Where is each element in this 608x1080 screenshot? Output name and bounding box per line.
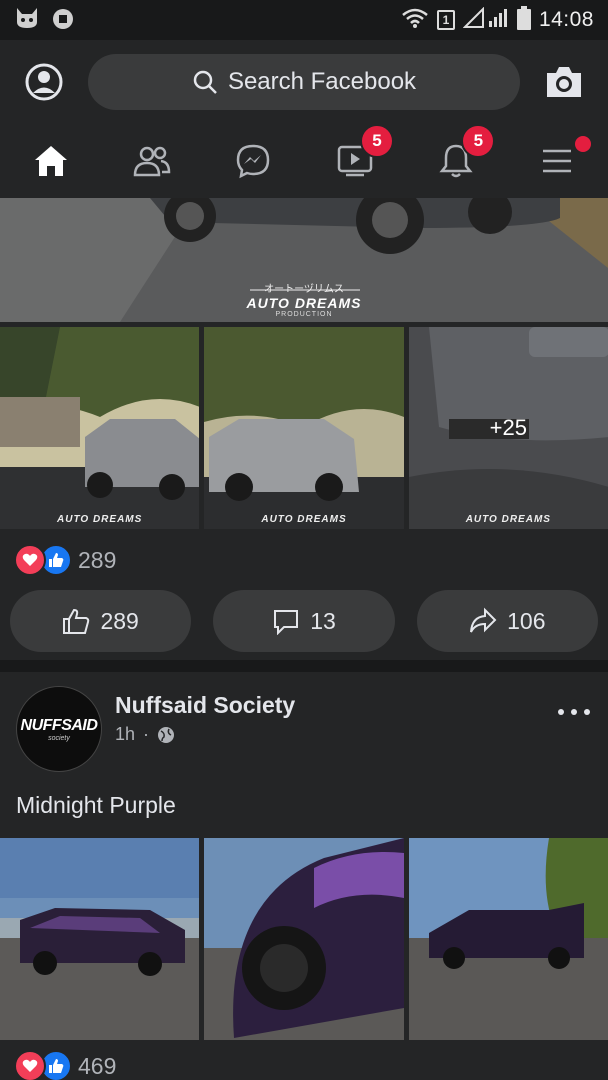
watch-badge: 5 — [359, 124, 394, 158]
app-notification-icon — [50, 6, 76, 35]
grid-photo-2[interactable]: AUTO DREAMS — [204, 327, 404, 529]
reaction-summary[interactable]: 289 — [14, 544, 116, 576]
love-reaction-icon — [14, 544, 46, 576]
post-photo-grid-2 — [0, 838, 608, 1040]
sim-icon: 1 — [436, 10, 455, 30]
news-feed[interactable]: オートーヅリムス AUTO DREAMS PRODUCTION AUTO DRE… — [0, 198, 608, 1080]
comment-icon — [274, 610, 299, 635]
signal-icon — [462, 6, 509, 34]
comment-button[interactable]: 13 — [213, 590, 395, 652]
watermark-main: オートーヅリムス AUTO DREAMS PRODUCTION — [246, 284, 362, 318]
tab-notifications[interactable]: 5 — [405, 124, 506, 198]
grid-photo-purple-1[interactable] — [0, 838, 200, 1040]
clock: 14:08 — [538, 8, 594, 31]
grid-photo-3[interactable]: +25 AUTO DREAMS — [408, 327, 608, 529]
post-text: Midnight Purple — [16, 792, 176, 818]
comment-count: 13 — [310, 607, 336, 634]
friends-icon — [133, 146, 171, 177]
more-dot-icon — [584, 709, 590, 715]
like-button[interactable]: 289 — [10, 590, 192, 652]
share-button[interactable]: 106 — [416, 590, 598, 652]
tab-messenger[interactable] — [203, 124, 304, 198]
wifi-icon — [401, 7, 429, 34]
search-bar[interactable]: Search Facebook — [88, 54, 520, 110]
battery-icon — [516, 5, 531, 35]
top-header: Search Facebook — [0, 40, 608, 124]
post-meta: 1h · — [115, 724, 175, 745]
share-icon — [470, 607, 497, 633]
more-dot-icon — [558, 709, 564, 715]
search-placeholder: Search Facebook — [227, 68, 417, 95]
search-icon — [193, 70, 217, 94]
menu-icon — [543, 149, 572, 173]
love-reaction-icon — [14, 1050, 46, 1080]
grid-photo-1[interactable]: AUTO DREAMS — [0, 327, 200, 529]
page-name[interactable]: Nuffsaid Society — [115, 692, 295, 719]
grid-photo-purple-3[interactable] — [408, 838, 608, 1040]
cat-notification-icon — [14, 6, 40, 35]
camera-button[interactable] — [544, 64, 584, 100]
post-header: NUFFSAID society Nuffsaid Society 1h · — [0, 672, 608, 772]
post-photo-grid: AUTO DREAMS AUTO DREAMS +25 AUTO DREAMS — [0, 327, 608, 529]
share-count: 106 — [507, 607, 546, 634]
camera-icon — [547, 67, 581, 97]
more-dot-icon — [571, 709, 577, 715]
like-count: 289 — [100, 607, 139, 634]
messenger-icon — [237, 144, 270, 179]
globe-icon — [158, 726, 175, 743]
home-icon — [34, 146, 67, 176]
reaction-summary-2[interactable]: 469 — [14, 1050, 116, 1080]
post-actions: 289 13 106 — [10, 590, 598, 652]
profile-button[interactable] — [24, 62, 64, 102]
more-photos-count: +25 — [489, 415, 527, 440]
post-time[interactable]: 1h — [115, 724, 135, 745]
status-bar: 1 14:08 — [0, 0, 608, 40]
reaction-count: 469 — [78, 1052, 117, 1079]
post-separator — [0, 660, 608, 672]
post-photo-main[interactable]: オートーヅリムス AUTO DREAMS PRODUCTION — [0, 198, 608, 322]
reaction-count: 289 — [78, 546, 117, 573]
thumbs-up-icon — [63, 608, 90, 634]
page-avatar[interactable]: NUFFSAID society — [16, 686, 102, 772]
tab-menu[interactable] — [507, 124, 608, 198]
post-options-button[interactable] — [558, 702, 590, 722]
meta-separator: · — [143, 724, 150, 744]
grid-photo-purple-2[interactable] — [204, 838, 404, 1040]
tab-friends[interactable] — [101, 124, 202, 198]
notifications-badge: 5 — [461, 124, 496, 158]
profile-icon — [25, 63, 63, 101]
tab-home[interactable] — [0, 124, 101, 198]
nav-tabs: 5 5 — [0, 124, 608, 198]
tab-watch[interactable]: 5 — [304, 124, 405, 198]
menu-notification-dot — [574, 136, 591, 152]
